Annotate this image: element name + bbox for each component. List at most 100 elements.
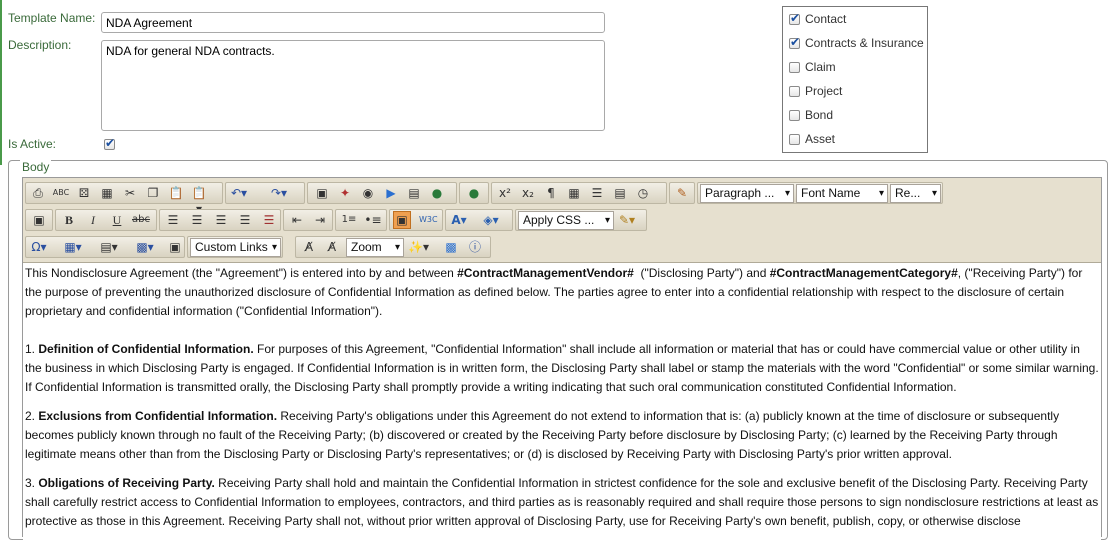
numbered-list-icon[interactable]: 1≡ — [340, 212, 358, 228]
module-checkbox[interactable] — [789, 11, 800, 25]
subscript-icon[interactable]: x₂ — [519, 185, 537, 201]
intro-text-a: This Nondisclosure Agreement (the "Agree… — [25, 266, 458, 280]
module-label: Claim — [805, 60, 836, 74]
section-3-paragraph: 3. Obligations of Receiving Party. Recei… — [25, 474, 1099, 531]
flash-icon[interactable]: ✦ — [336, 185, 354, 201]
symbol-icon[interactable]: Ω▾ — [30, 239, 48, 255]
module-label: Bond — [805, 108, 834, 122]
property-icon[interactable]: ▩ — [442, 239, 460, 255]
intro-text-b: ("Disclosing Party") and — [633, 266, 770, 280]
format-painter-icon[interactable]: ✎ — [673, 185, 691, 201]
image-manager-icon[interactable]: ▣ — [30, 212, 48, 228]
is-active-checkbox[interactable] — [104, 136, 115, 150]
find-icon[interactable]: ⚄ — [75, 185, 93, 201]
indent-icon[interactable]: ⇥ — [311, 212, 329, 228]
description-textarea[interactable]: NDA for general NDA contracts. — [101, 40, 605, 131]
paragraph-select[interactable]: Paragraph ... — [700, 184, 794, 203]
insert-table-icon[interactable]: ▦ — [565, 185, 583, 201]
undo-icon[interactable]: ↶▾ — [230, 185, 248, 201]
document-icon[interactable]: ▤ — [405, 185, 423, 201]
category-token: #ContractManagementCategory# — [769, 266, 958, 280]
align-right-icon[interactable]: ☰ — [212, 212, 230, 228]
cut-icon[interactable]: ✂ — [121, 185, 139, 201]
toolbar-group-colors: A▾ ◈▾ — [445, 209, 513, 231]
align-center-icon[interactable]: ☰ — [188, 212, 206, 228]
apply-css-select[interactable]: Apply CSS ... — [518, 211, 614, 230]
spellcheck-icon[interactable]: ABC — [52, 185, 70, 201]
strip-format-icon[interactable]: A̸ — [323, 239, 341, 255]
module-label: Project — [805, 84, 843, 98]
show-formatting-icon[interactable]: ¶ — [542, 185, 560, 201]
image-map-icon[interactable]: ▣ — [166, 239, 184, 255]
insert-date-icon[interactable]: ▤ — [611, 185, 629, 201]
font-color-icon[interactable]: A▾ — [450, 212, 468, 228]
custom-links-select[interactable]: Custom Links — [190, 238, 281, 257]
css-class-icon[interactable]: ✎▾ — [618, 212, 636, 228]
page-left-border — [0, 0, 2, 165]
module-checkbox[interactable] — [789, 62, 800, 73]
outdent-icon[interactable]: ⇤ — [288, 212, 306, 228]
hyperlink-icon[interactable]: ● — [465, 185, 483, 201]
toolbar-row-3: Ω▾ ▦▾ ▤▾ ▩▾ ▣ Custom Links A̸ A̸ Zoom ✨▾… — [25, 236, 1099, 258]
underline-icon[interactable]: U — [108, 212, 126, 228]
paste-special-icon[interactable]: 📋▾ — [190, 185, 208, 216]
section-1-paragraph: 1. Definition of Confidential Informatio… — [25, 340, 1099, 397]
bold-icon[interactable]: B — [60, 212, 78, 228]
xhtml-validator-icon[interactable]: W3C — [419, 212, 438, 228]
redo-icon[interactable]: ↷▾ — [270, 185, 288, 201]
toolbar-row-2: ▣ B I U abc ☰ ☰ ☰ ☰ ☰ ⇤ ⇥ 1≡ •≡ ▣ W3C A▾ — [25, 209, 1099, 231]
font-name-select[interactable]: Font Name — [796, 184, 888, 203]
template-name-input[interactable] — [101, 12, 605, 33]
print-icon[interactable]: ⎙ — [29, 185, 47, 201]
toolbar-group-media: ▣ ✦ ◉ ▶ ▤ ● — [307, 182, 457, 204]
zoom-select[interactable]: Zoom — [346, 238, 404, 257]
module-label: Contact — [805, 12, 847, 26]
image-icon[interactable]: ▣ — [313, 185, 331, 201]
module-checkbox[interactable] — [789, 110, 800, 121]
formatting-icon[interactable]: A̸ — [300, 239, 318, 255]
module-checkbox[interactable] — [789, 134, 800, 145]
toolbar-group-custom-links: Custom Links — [187, 236, 283, 258]
superscript-icon[interactable]: x² — [496, 185, 514, 201]
vendor-token: #ContractManagementVendor# — [457, 266, 634, 280]
snippet-icon[interactable]: ▩▾ — [136, 239, 154, 255]
module-label: Asset — [805, 132, 836, 146]
toolbar-group-insert: x² x₂ ¶ ▦ ☰ ▤ ◷ — [491, 182, 667, 204]
toolbar-group-clipboard: ⎙ ABC ⚄ ▦ ✂ ❐ 📋 📋▾ — [25, 182, 223, 216]
bulleted-list-icon[interactable]: •≡ — [364, 212, 382, 228]
justify-icon[interactable]: ☰ — [236, 212, 254, 228]
link-icon[interactable]: ◉ — [359, 185, 377, 201]
editor-content-area[interactable]: This Nondisclosure Agreement (the "Agree… — [23, 262, 1101, 542]
toolbar-group-css: Apply CSS ... ✎▾ — [515, 209, 647, 231]
font-size-select[interactable]: Re... — [890, 184, 941, 203]
horizontal-rule-icon[interactable]: ☰ — [588, 185, 606, 201]
toolbar-group-image-manager: ▣ — [25, 209, 53, 231]
remove-alignment-icon[interactable]: ☰ — [260, 212, 278, 228]
insert-time-icon[interactable]: ◷ — [634, 185, 652, 201]
paragraph-icon[interactable]: ▤▾ — [100, 239, 118, 255]
copy-icon[interactable]: ❐ — [144, 185, 162, 201]
highlight-icon[interactable]: ◈▾ — [482, 212, 500, 228]
toolbar-group-history: ↶▾ ↷▾ — [225, 182, 305, 204]
section-2-title: Exclusions from Confidential Information… — [38, 409, 278, 423]
italic-icon[interactable]: I — [84, 212, 102, 228]
template-icon[interactable]: ● — [428, 185, 446, 201]
paste-icon[interactable]: 📋 — [167, 185, 185, 201]
strikethrough-icon[interactable]: abc — [132, 212, 150, 228]
align-left-icon[interactable]: ☰ — [164, 212, 182, 228]
modules-panel: Contact Contracts & Insurance Claim Proj… — [782, 6, 928, 153]
select-all-icon[interactable]: ▦ — [98, 185, 116, 201]
toolbar-group-format-painter: ✎ — [669, 182, 695, 204]
module-manager-icon[interactable]: ✨▾ — [408, 239, 429, 255]
module-checkbox[interactable] — [789, 86, 800, 97]
section-3-number: 3. — [25, 476, 39, 490]
media-icon[interactable]: ▶ — [382, 185, 400, 201]
table-icon[interactable]: ▦▾ — [64, 239, 82, 255]
toolbar-group-indent: ⇤ ⇥ — [283, 209, 333, 231]
module-checkbox[interactable] — [789, 35, 800, 49]
template-name-label: Template Name: — [8, 11, 96, 25]
toolbar-group-insert-2: Ω▾ ▦▾ ▤▾ ▩▾ ▣ — [25, 236, 185, 258]
section-2-number: 2. — [25, 409, 39, 423]
about-icon[interactable]: ⓘ — [466, 239, 484, 255]
toggle-border-icon[interactable]: ▣ — [393, 211, 411, 229]
